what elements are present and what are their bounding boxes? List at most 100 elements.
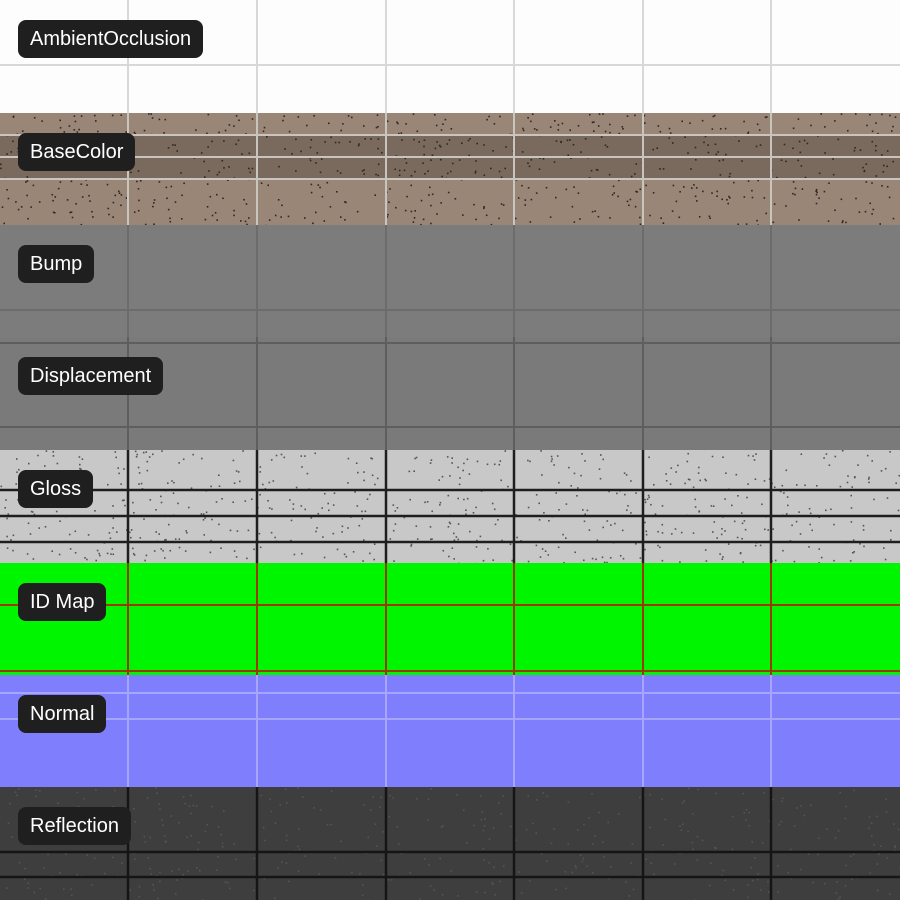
texture-grain bbox=[799, 533, 802, 535]
texture-grain bbox=[92, 216, 94, 218]
texture-grain bbox=[235, 556, 238, 558]
texture-grain bbox=[206, 824, 208, 826]
texture-grain bbox=[148, 456, 151, 458]
texture-grain bbox=[187, 870, 189, 872]
texture-grain bbox=[594, 835, 596, 837]
texture-grain bbox=[138, 886, 141, 888]
texture-grain bbox=[577, 125, 580, 127]
texture-grain bbox=[683, 186, 685, 188]
texture-grain bbox=[538, 168, 541, 170]
texture-grain bbox=[516, 536, 518, 539]
texture-grain bbox=[597, 215, 600, 218]
texture-grain bbox=[12, 534, 15, 537]
texture-grain bbox=[278, 165, 280, 168]
texture-grain bbox=[215, 501, 218, 503]
texture-grain bbox=[886, 857, 889, 859]
texture-grain bbox=[347, 457, 350, 460]
texture-grain bbox=[68, 125, 71, 127]
texture-grain bbox=[457, 523, 460, 525]
band-normal: Normal bbox=[0, 675, 900, 787]
texture-grain bbox=[609, 123, 611, 126]
texture-grain bbox=[214, 212, 217, 214]
texture-grain bbox=[118, 472, 120, 475]
texture-grain bbox=[118, 192, 121, 194]
texture-grain bbox=[886, 150, 889, 152]
texture-grain bbox=[349, 141, 351, 143]
texture-grain bbox=[721, 198, 723, 201]
texture-grain bbox=[89, 200, 91, 202]
texture-grain bbox=[401, 139, 403, 141]
texture-grain bbox=[708, 884, 711, 887]
texture-grain bbox=[71, 216, 74, 219]
texture-grain bbox=[584, 138, 587, 140]
texture-grain bbox=[158, 118, 161, 121]
texture-grain bbox=[396, 826, 399, 828]
id-map-texture bbox=[0, 563, 900, 675]
texture-grain bbox=[5, 499, 7, 501]
texture-grain bbox=[16, 471, 18, 473]
texture-grain bbox=[448, 139, 451, 141]
texture-grain bbox=[326, 823, 329, 826]
texture-grain bbox=[787, 872, 789, 874]
texture-grain bbox=[800, 165, 803, 167]
texture-grain bbox=[84, 557, 86, 559]
texture-grain bbox=[504, 450, 507, 452]
texture-grain bbox=[536, 129, 538, 131]
label-gloss: Gloss bbox=[18, 470, 94, 508]
texture-grain bbox=[748, 824, 751, 827]
texture-grain bbox=[176, 879, 178, 881]
texture-grain bbox=[527, 162, 529, 164]
texture-grain bbox=[190, 794, 192, 797]
texture-grain bbox=[803, 814, 806, 817]
texture-grain bbox=[184, 550, 187, 552]
texture-grain bbox=[535, 192, 538, 194]
texture-grain bbox=[163, 132, 165, 134]
texture-grain bbox=[894, 846, 896, 849]
texture-grain bbox=[824, 126, 826, 128]
texture-grain bbox=[659, 168, 661, 170]
texture-grain bbox=[609, 217, 611, 219]
texture-grain bbox=[33, 891, 36, 894]
texture-grain bbox=[323, 556, 326, 559]
texture-grain bbox=[438, 144, 441, 147]
texture-grain bbox=[588, 817, 590, 819]
texture-grain bbox=[130, 536, 132, 539]
texture-grain bbox=[828, 464, 831, 466]
texture-grain bbox=[764, 528, 766, 531]
texture-grain bbox=[221, 159, 224, 162]
texture-grain bbox=[756, 123, 759, 126]
texture-grain bbox=[120, 204, 122, 207]
texture-grain bbox=[662, 222, 665, 224]
texture-grain bbox=[142, 451, 145, 454]
texture-grain bbox=[51, 550, 53, 552]
texture-grain bbox=[414, 210, 416, 212]
texture-grain bbox=[16, 458, 18, 460]
texture-grain bbox=[626, 509, 628, 511]
texture-grain bbox=[707, 144, 709, 146]
texture-grain bbox=[579, 854, 582, 856]
texture-grain bbox=[812, 881, 814, 884]
texture-grain bbox=[488, 838, 491, 840]
texture-grain bbox=[467, 139, 470, 142]
texture-grain bbox=[785, 513, 788, 515]
texture-grain bbox=[832, 173, 835, 176]
reflection-texture bbox=[0, 787, 900, 900]
texture-grain bbox=[875, 122, 877, 124]
texture-grain bbox=[110, 553, 112, 555]
band-bump: Bump bbox=[0, 225, 900, 337]
texture-grain bbox=[224, 129, 227, 132]
texture-grain bbox=[880, 845, 882, 847]
texture-grain bbox=[869, 872, 872, 874]
texture-grain bbox=[112, 216, 114, 218]
texture-grain bbox=[363, 471, 365, 473]
texture-grain bbox=[38, 201, 41, 203]
texture-grain bbox=[244, 220, 247, 223]
texture-grain bbox=[27, 882, 30, 884]
texture-grain bbox=[170, 815, 173, 817]
texture-grain bbox=[233, 482, 236, 484]
texture-grain bbox=[625, 881, 627, 883]
texture-grain bbox=[741, 160, 743, 162]
texture-grain bbox=[374, 823, 377, 825]
texture-grain bbox=[598, 113, 601, 115]
texture-grain bbox=[69, 548, 72, 550]
